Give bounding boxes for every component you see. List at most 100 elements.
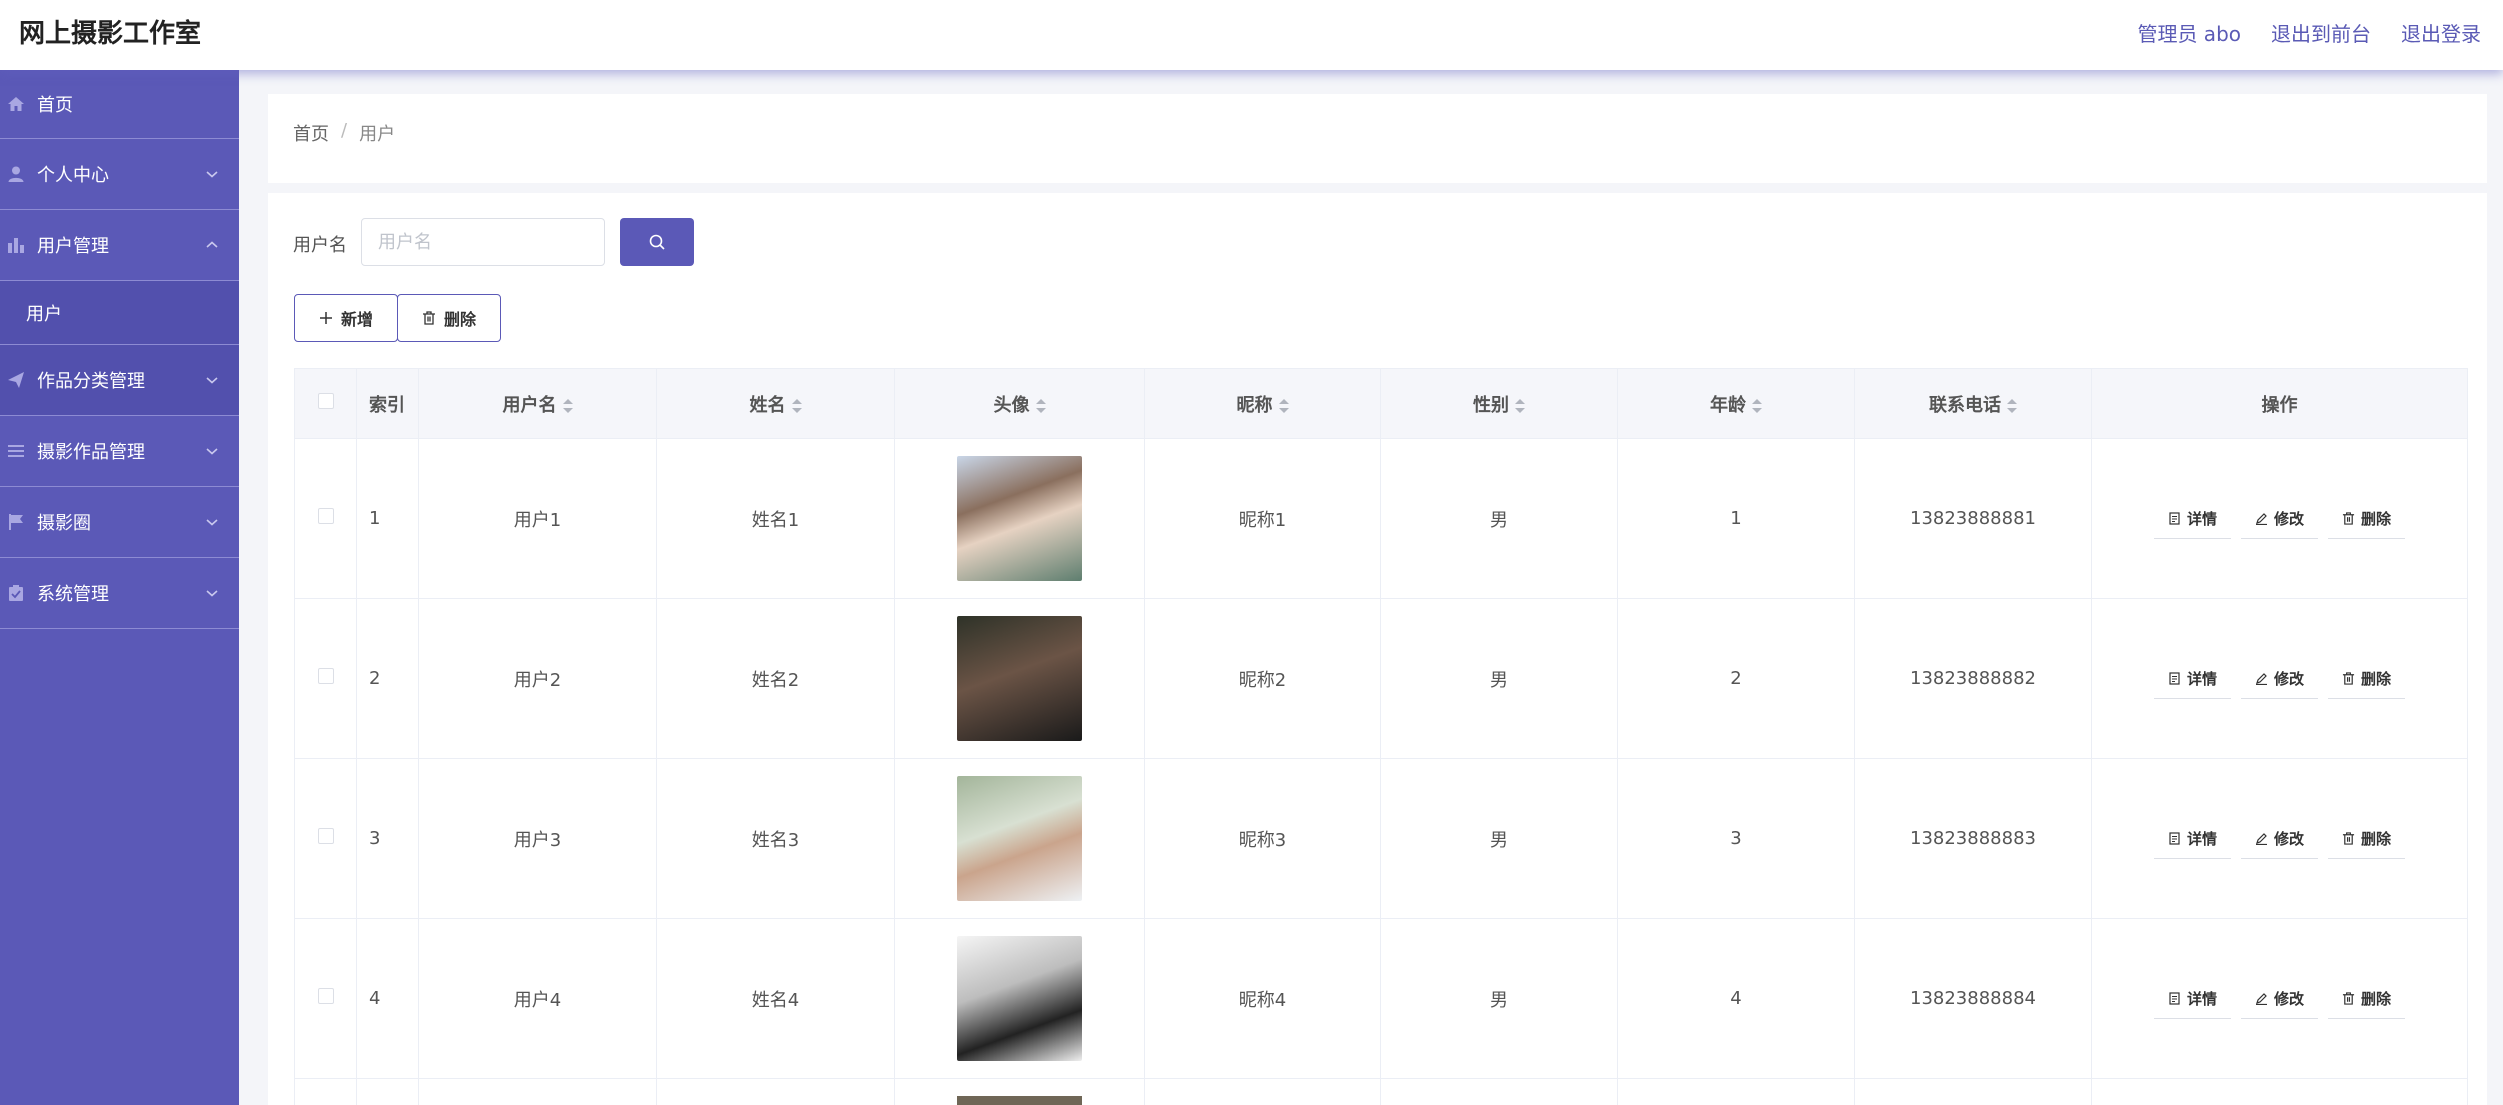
row-checkbox[interactable] bbox=[317, 668, 334, 684]
admin-user-link[interactable]: 管理员 abo bbox=[2137, 18, 2241, 47]
header-actions: 操作 bbox=[2091, 368, 2468, 439]
breadcrumb: 首页 / 用户 bbox=[293, 120, 395, 146]
clipboard-icon bbox=[7, 584, 25, 602]
detail-label: 详情 bbox=[2186, 989, 2217, 1008]
detail-button[interactable]: 详情 bbox=[2153, 659, 2231, 699]
batch-delete-button[interactable]: 删除 bbox=[397, 294, 501, 342]
row-checkbox-cell bbox=[294, 918, 357, 1079]
edit-button[interactable]: 修改 bbox=[2240, 499, 2318, 539]
header-avatar[interactable]: 头像 bbox=[894, 368, 1145, 439]
search-icon bbox=[649, 234, 665, 250]
header-gender[interactable]: 性别 bbox=[1380, 368, 1618, 439]
select-all-checkbox[interactable] bbox=[317, 393, 334, 409]
sort-icon[interactable] bbox=[791, 398, 802, 413]
edit-label: 修改 bbox=[2273, 669, 2304, 688]
header-age[interactable]: 年龄 bbox=[1617, 368, 1855, 439]
chevron-down-icon bbox=[206, 377, 218, 384]
row-checkbox-cell bbox=[294, 438, 357, 599]
sort-icon[interactable] bbox=[562, 398, 573, 413]
cell-actions: 详情 修改 删除 bbox=[2091, 438, 2468, 599]
row-checkbox[interactable] bbox=[317, 828, 334, 844]
edit-button[interactable]: 修改 bbox=[2240, 979, 2318, 1019]
top-header: 网上摄影工作室 管理员 abo 退出到前台 退出登录 bbox=[0, 0, 2503, 70]
table-row bbox=[294, 1078, 2468, 1105]
logout-link[interactable]: 退出登录 bbox=[2401, 18, 2481, 47]
cell-gender: 男 bbox=[1380, 438, 1618, 599]
cell-phone: 13823888883 bbox=[1854, 758, 2092, 919]
table-row: 3 用户3 姓名3 昵称3 男 3 13823888883 详情 修改 删除 bbox=[294, 758, 2468, 919]
sidebar-item-label: 用户管理 bbox=[37, 236, 109, 257]
edit-icon bbox=[2255, 992, 2267, 1005]
sort-icon[interactable] bbox=[1515, 398, 1525, 413]
sidebar-subitem-users[interactable]: 用户 bbox=[0, 281, 239, 345]
detail-button[interactable]: 详情 bbox=[2153, 979, 2231, 1019]
edit-label: 修改 bbox=[2273, 989, 2304, 1008]
cell-name: 姓名1 bbox=[656, 438, 895, 599]
delete-label: 删除 bbox=[2361, 509, 2392, 528]
sort-icon[interactable] bbox=[2007, 398, 2017, 413]
header-nickname[interactable]: 昵称 bbox=[1144, 368, 1381, 439]
edit-button[interactable]: 修改 bbox=[2240, 659, 2318, 699]
users-table: 索引 用户名 姓名 头像 昵称 性别 年龄 联系电话 操作 1 用户1 姓名1 昵称1… bbox=[294, 368, 2468, 1105]
back-to-front-link[interactable]: 退出到前台 bbox=[2271, 18, 2371, 47]
detail-button[interactable]: 详情 bbox=[2153, 499, 2231, 539]
table-cell bbox=[1617, 1078, 1855, 1105]
table-cell bbox=[2091, 1078, 2468, 1105]
add-button[interactable]: 新增 bbox=[294, 294, 398, 342]
header-label: 年龄 bbox=[1710, 394, 1746, 416]
document-icon bbox=[2169, 991, 2180, 1005]
sidebar-item-works-management[interactable]: 摄影作品管理 bbox=[0, 416, 239, 487]
sidebar-item-system-management[interactable]: 系统管理 bbox=[0, 558, 239, 629]
header-label: 头像 bbox=[993, 394, 1030, 416]
sort-icon[interactable] bbox=[1278, 398, 1289, 413]
cell-phone: 13823888884 bbox=[1854, 918, 2092, 1079]
add-button-label: 新增 bbox=[340, 310, 373, 329]
breadcrumb-current: 用户 bbox=[359, 124, 396, 145]
delete-button[interactable]: 删除 bbox=[2328, 979, 2406, 1019]
breadcrumb-home[interactable]: 首页 bbox=[293, 120, 329, 146]
trash-icon bbox=[422, 311, 435, 325]
sidebar-item-category-management[interactable]: 作品分类管理 bbox=[0, 345, 239, 416]
header-name[interactable]: 姓名 bbox=[656, 368, 895, 439]
table-cell bbox=[418, 1078, 657, 1105]
batch-delete-button-label: 删除 bbox=[443, 310, 476, 329]
menu-icon bbox=[7, 442, 25, 460]
cell-nickname: 昵称1 bbox=[1144, 438, 1381, 599]
header-phone[interactable]: 联系电话 bbox=[1854, 368, 2092, 439]
cell-name: 姓名3 bbox=[656, 758, 895, 919]
trash-icon bbox=[2342, 511, 2355, 525]
cell-username: 用户2 bbox=[418, 598, 657, 759]
cell-actions: 详情 修改 删除 bbox=[2091, 758, 2468, 919]
sidebar-item-home[interactable]: 首页 bbox=[0, 70, 239, 139]
table-cell bbox=[656, 1078, 895, 1105]
cell-gender: 男 bbox=[1380, 918, 1618, 1079]
edit-button[interactable]: 修改 bbox=[2240, 819, 2318, 859]
delete-label: 删除 bbox=[2361, 829, 2392, 848]
sort-icon[interactable] bbox=[1752, 398, 1762, 413]
header-links: 管理员 abo 退出到前台 退出登录 bbox=[2137, 18, 2481, 47]
delete-label: 删除 bbox=[2361, 669, 2392, 688]
sidebar-item-user-management[interactable]: 用户管理 bbox=[0, 210, 239, 281]
detail-button[interactable]: 详情 bbox=[2153, 819, 2231, 859]
row-checkbox[interactable] bbox=[317, 988, 334, 1004]
row-checkbox[interactable] bbox=[317, 508, 334, 524]
detail-label: 详情 bbox=[2186, 829, 2217, 848]
sidebar-item-label: 摄影作品管理 bbox=[37, 442, 145, 463]
username-search-input[interactable] bbox=[361, 218, 605, 266]
delete-button[interactable]: 删除 bbox=[2328, 819, 2406, 859]
delete-button[interactable]: 删除 bbox=[2328, 659, 2406, 699]
search-button[interactable] bbox=[620, 218, 694, 266]
sidebar-item-photo-circle[interactable]: 摄影圈 bbox=[0, 487, 239, 558]
header-username[interactable]: 用户名 bbox=[418, 368, 657, 439]
cell-nickname: 昵称2 bbox=[1144, 598, 1381, 759]
cell-index: 3 bbox=[356, 758, 419, 919]
cell-avatar bbox=[894, 758, 1145, 919]
select-all-checkbox-cell bbox=[294, 368, 357, 439]
detail-label: 详情 bbox=[2186, 509, 2217, 528]
sidebar-item-personal-center[interactable]: 个人中心 bbox=[0, 139, 239, 210]
sort-icon[interactable] bbox=[1035, 398, 1046, 413]
delete-button[interactable]: 删除 bbox=[2328, 499, 2406, 539]
document-icon bbox=[2169, 671, 2180, 685]
header-label: 昵称 bbox=[1236, 394, 1273, 416]
avatar-image bbox=[957, 936, 1082, 1061]
